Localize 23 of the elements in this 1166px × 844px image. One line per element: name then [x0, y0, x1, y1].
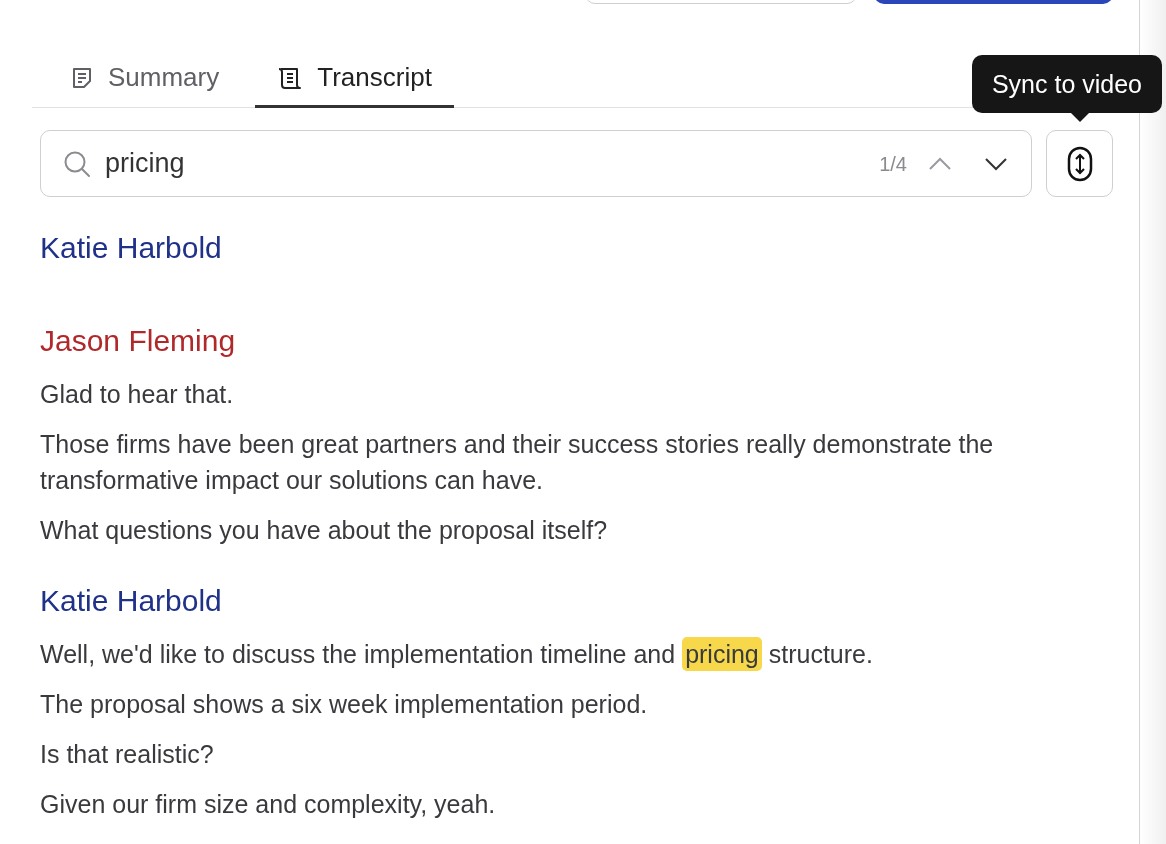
speaker-name: Katie Harbold: [40, 231, 223, 265]
tab[interactable]: Transcript: [255, 50, 454, 108]
search-match: pricing: [682, 637, 762, 671]
note-icon: [70, 65, 94, 90]
tooltip-pointer-icon: [1071, 113, 1089, 122]
search-field[interactable]: pricing 1/4: [40, 130, 1032, 197]
match-counter: 1/4: [879, 151, 907, 177]
transcript-line: Well, we'd like to discuss the implementation timeline and pricing structure.: [40, 636, 1053, 672]
scroll-sync-icon: [1066, 145, 1093, 182]
sync-button[interactable]: [1046, 130, 1113, 197]
transcript-line: Given our firm size and complexity, yeah.: [40, 789, 497, 820]
transcript-line: Glad to hear that.: [40, 379, 235, 410]
tooltip: Sync to video: [971, 55, 1162, 113]
transcript-line: Is that realistic?: [40, 739, 215, 770]
transcript-line: Those firms have been great partners and their success stories really demonstrate the transformative impact our solutions can have.: [40, 429, 995, 496]
search-input[interactable]: pricing: [105, 143, 866, 184]
tab[interactable]: Summary: [32, 50, 256, 108]
transcript-line: The proposal shows a six week implementation period.: [40, 689, 649, 720]
scroll-icon: [277, 65, 304, 90]
speaker-name: Jason Fleming: [40, 324, 237, 358]
speaker-name: Katie Harbold: [40, 584, 223, 618]
transcript-line: What questions you have about the proposal itself?: [40, 515, 609, 546]
search-icon: [63, 149, 91, 178]
